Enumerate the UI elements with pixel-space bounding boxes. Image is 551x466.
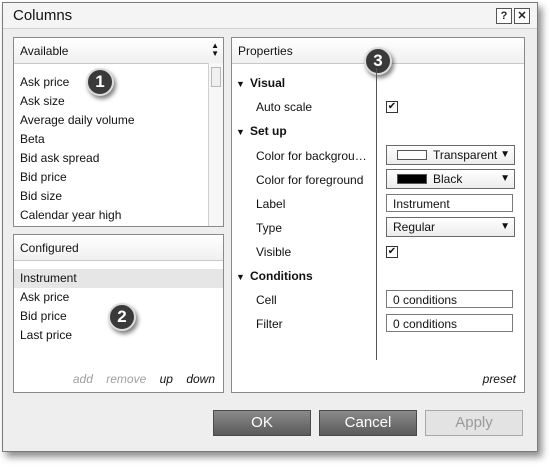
section-visual[interactable]: ▼ Visual <box>236 76 285 90</box>
list-item[interactable]: Bid ask spread <box>14 149 99 168</box>
list-item[interactable]: Bid size <box>14 187 62 206</box>
properties-title: Properties <box>238 44 293 58</box>
list-item[interactable]: Bid price <box>14 168 67 187</box>
section-conditions[interactable]: ▼ Conditions <box>236 269 313 283</box>
color-foreground-select[interactable]: Black ▼ <box>386 169 515 189</box>
list-item[interactable]: Last price <box>14 326 72 345</box>
filter-conditions-field[interactable]: 0 conditions <box>386 314 513 332</box>
color-foreground-label: Color for foreground <box>256 173 364 187</box>
down-link[interactable]: down <box>186 372 215 386</box>
collapse-triangle-icon[interactable]: ▼ <box>236 127 250 137</box>
available-header: Available ▲ ▼ <box>14 38 223 64</box>
label-input[interactable]: Instrument <box>386 194 513 212</box>
list-item[interactable]: Bid price <box>14 307 67 326</box>
type-select[interactable]: Regular ▼ <box>386 217 515 237</box>
ok-button[interactable]: OK <box>213 410 311 436</box>
list-item[interactable]: Calendar year high <box>14 206 121 225</box>
visible-label: Visible <box>256 245 292 259</box>
list-item[interactable]: Beta <box>14 130 45 149</box>
callout-badge-1: 1 <box>86 68 114 96</box>
list-item-selected[interactable]: Instrument <box>14 269 223 288</box>
visible-checkbox[interactable]: ✔ <box>386 246 398 258</box>
available-title: Available <box>20 44 69 58</box>
remove-link[interactable]: remove <box>106 372 146 386</box>
list-item[interactable]: Ask size <box>14 92 65 111</box>
auto-scale-label: Auto scale <box>256 100 313 114</box>
section-setup[interactable]: ▼ Set up <box>236 124 287 138</box>
color-swatch <box>397 150 427 160</box>
configured-header: Configured <box>14 235 223 261</box>
chevron-down-icon: ▼ <box>500 149 510 160</box>
callout-badge-2: 2 <box>108 303 136 331</box>
list-item[interactable]: Average daily volume <box>14 111 135 130</box>
close-button[interactable]: ✕ <box>514 8 530 24</box>
collapse-triangle-icon[interactable]: ▼ <box>236 272 250 282</box>
color-background-select[interactable]: Transparent ▼ <box>386 145 515 165</box>
color-background-label: Color for backgrou… <box>256 149 367 163</box>
column-divider[interactable] <box>376 68 377 360</box>
sort-arrows-icon[interactable]: ▲ ▼ <box>211 42 219 58</box>
chevron-down-icon: ▼ <box>500 221 510 232</box>
color-swatch <box>397 174 427 184</box>
filter-label: Filter <box>256 317 283 331</box>
configured-panel: Configured Instrument Ask price Bid pric… <box>13 234 224 393</box>
label-label: Label <box>256 197 286 211</box>
cell-label: Cell <box>256 293 277 307</box>
columns-dialog: Columns ? ✕ Available ▲ ▼ Ask price Ask s… <box>2 2 538 452</box>
collapse-triangle-icon[interactable]: ▼ <box>236 79 250 89</box>
cancel-button[interactable]: Cancel <box>319 410 417 436</box>
help-button[interactable]: ? <box>496 8 512 24</box>
properties-panel: Properties 3 ▼ Visual Auto scale ✔ ▼ Set u… <box>231 37 525 393</box>
dialog-title: Columns <box>13 7 73 24</box>
auto-scale-checkbox[interactable]: ✔ <box>386 101 398 113</box>
type-label: Type <box>256 221 283 235</box>
callout-badge-3: 3 <box>364 47 392 75</box>
configured-actions: add remove up down <box>63 372 215 386</box>
list-item[interactable]: Ask price <box>14 73 69 92</box>
available-panel: Available ▲ ▼ Ask price Ask size Average … <box>13 37 224 227</box>
available-scrollbar[interactable] <box>208 63 223 226</box>
title-bar: Columns ? ✕ <box>3 3 537 29</box>
list-item[interactable]: Ask price <box>14 288 69 307</box>
chevron-down-icon: ▼ <box>500 173 510 184</box>
add-link[interactable]: add <box>73 372 93 386</box>
up-link[interactable]: up <box>160 372 173 386</box>
preset-link[interactable]: preset <box>483 372 516 386</box>
scrollbar-thumb[interactable] <box>211 67 221 87</box>
configured-title: Configured <box>20 241 79 255</box>
cell-conditions-field[interactable]: 0 conditions <box>386 290 513 308</box>
apply-button[interactable]: Apply <box>425 410 523 436</box>
